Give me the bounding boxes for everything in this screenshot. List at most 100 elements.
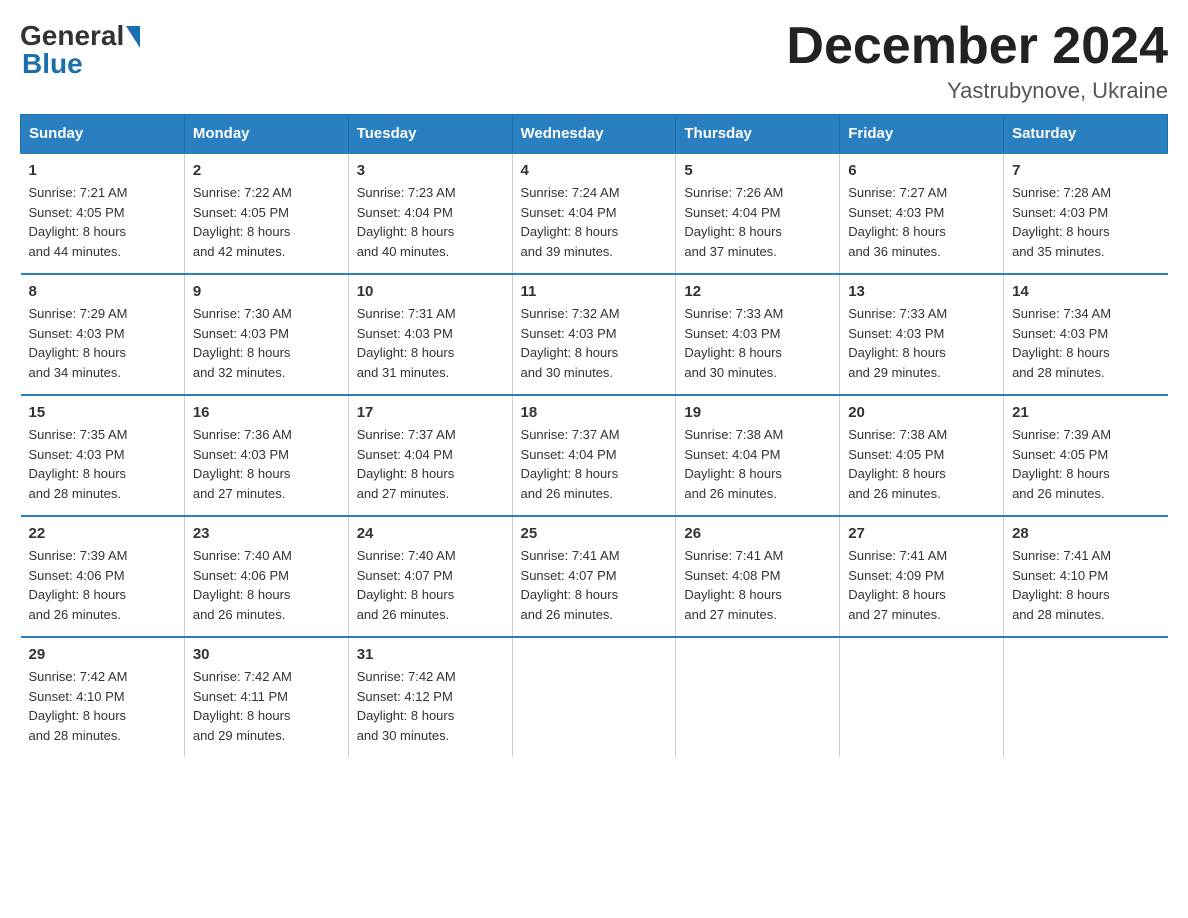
day-info: Sunrise: 7:28 AMSunset: 4:03 PMDaylight:…: [1012, 183, 1159, 261]
day-number: 31: [357, 646, 504, 663]
calendar-week-row: 15 Sunrise: 7:35 AMSunset: 4:03 PMDaylig…: [21, 395, 1168, 516]
day-number: 16: [193, 404, 340, 421]
table-row: 13 Sunrise: 7:33 AMSunset: 4:03 PMDaylig…: [840, 274, 1004, 395]
calendar-week-row: 29 Sunrise: 7:42 AMSunset: 4:10 PMDaylig…: [21, 637, 1168, 757]
day-info: Sunrise: 7:39 AMSunset: 4:06 PMDaylight:…: [29, 546, 176, 624]
table-row: 2 Sunrise: 7:22 AMSunset: 4:05 PMDayligh…: [184, 153, 348, 274]
day-info: Sunrise: 7:40 AMSunset: 4:06 PMDaylight:…: [193, 546, 340, 624]
calendar-header-row: Sunday Monday Tuesday Wednesday Thursday…: [21, 115, 1168, 154]
table-row: 19 Sunrise: 7:38 AMSunset: 4:04 PMDaylig…: [676, 395, 840, 516]
table-row: 31 Sunrise: 7:42 AMSunset: 4:12 PMDaylig…: [348, 637, 512, 757]
day-number: 14: [1012, 283, 1159, 300]
day-info: Sunrise: 7:33 AMSunset: 4:03 PMDaylight:…: [684, 304, 831, 382]
table-row: 3 Sunrise: 7:23 AMSunset: 4:04 PMDayligh…: [348, 153, 512, 274]
day-info: Sunrise: 7:23 AMSunset: 4:04 PMDaylight:…: [357, 183, 504, 261]
table-row: [512, 637, 676, 757]
title-block: December 2024 Yastrubynove, Ukraine: [786, 20, 1168, 104]
table-row: 18 Sunrise: 7:37 AMSunset: 4:04 PMDaylig…: [512, 395, 676, 516]
day-number: 8: [29, 283, 176, 300]
calendar-week-row: 1 Sunrise: 7:21 AMSunset: 4:05 PMDayligh…: [21, 153, 1168, 274]
table-row: 24 Sunrise: 7:40 AMSunset: 4:07 PMDaylig…: [348, 516, 512, 637]
day-info: Sunrise: 7:36 AMSunset: 4:03 PMDaylight:…: [193, 425, 340, 503]
day-info: Sunrise: 7:42 AMSunset: 4:10 PMDaylight:…: [29, 667, 176, 745]
day-info: Sunrise: 7:35 AMSunset: 4:03 PMDaylight:…: [29, 425, 176, 503]
day-info: Sunrise: 7:33 AMSunset: 4:03 PMDaylight:…: [848, 304, 995, 382]
table-row: 8 Sunrise: 7:29 AMSunset: 4:03 PMDayligh…: [21, 274, 185, 395]
table-row: 10 Sunrise: 7:31 AMSunset: 4:03 PMDaylig…: [348, 274, 512, 395]
logo-blue: Blue: [22, 48, 83, 80]
table-row: 26 Sunrise: 7:41 AMSunset: 4:08 PMDaylig…: [676, 516, 840, 637]
day-info: Sunrise: 7:41 AMSunset: 4:07 PMDaylight:…: [521, 546, 668, 624]
table-row: 4 Sunrise: 7:24 AMSunset: 4:04 PMDayligh…: [512, 153, 676, 274]
day-number: 17: [357, 404, 504, 421]
day-number: 9: [193, 283, 340, 300]
table-row: 7 Sunrise: 7:28 AMSunset: 4:03 PMDayligh…: [1004, 153, 1168, 274]
day-number: 26: [684, 525, 831, 542]
day-info: Sunrise: 7:40 AMSunset: 4:07 PMDaylight:…: [357, 546, 504, 624]
day-number: 3: [357, 162, 504, 179]
table-row: 14 Sunrise: 7:34 AMSunset: 4:03 PMDaylig…: [1004, 274, 1168, 395]
day-info: Sunrise: 7:26 AMSunset: 4:04 PMDaylight:…: [684, 183, 831, 261]
day-number: 19: [684, 404, 831, 421]
logo-arrow-icon: [126, 26, 140, 48]
col-thursday: Thursday: [676, 115, 840, 154]
table-row: 25 Sunrise: 7:41 AMSunset: 4:07 PMDaylig…: [512, 516, 676, 637]
table-row: 16 Sunrise: 7:36 AMSunset: 4:03 PMDaylig…: [184, 395, 348, 516]
day-number: 4: [521, 162, 668, 179]
day-number: 25: [521, 525, 668, 542]
table-row: [840, 637, 1004, 757]
day-info: Sunrise: 7:21 AMSunset: 4:05 PMDaylight:…: [29, 183, 176, 261]
col-sunday: Sunday: [21, 115, 185, 154]
day-number: 13: [848, 283, 995, 300]
day-info: Sunrise: 7:37 AMSunset: 4:04 PMDaylight:…: [357, 425, 504, 503]
day-info: Sunrise: 7:34 AMSunset: 4:03 PMDaylight:…: [1012, 304, 1159, 382]
day-info: Sunrise: 7:29 AMSunset: 4:03 PMDaylight:…: [29, 304, 176, 382]
day-number: 24: [357, 525, 504, 542]
day-number: 10: [357, 283, 504, 300]
day-number: 5: [684, 162, 831, 179]
calendar-table: Sunday Monday Tuesday Wednesday Thursday…: [20, 114, 1168, 757]
col-friday: Friday: [840, 115, 1004, 154]
day-info: Sunrise: 7:42 AMSunset: 4:11 PMDaylight:…: [193, 667, 340, 745]
table-row: 30 Sunrise: 7:42 AMSunset: 4:11 PMDaylig…: [184, 637, 348, 757]
table-row: [676, 637, 840, 757]
col-wednesday: Wednesday: [512, 115, 676, 154]
day-number: 11: [521, 283, 668, 300]
table-row: 9 Sunrise: 7:30 AMSunset: 4:03 PMDayligh…: [184, 274, 348, 395]
day-info: Sunrise: 7:42 AMSunset: 4:12 PMDaylight:…: [357, 667, 504, 745]
table-row: 17 Sunrise: 7:37 AMSunset: 4:04 PMDaylig…: [348, 395, 512, 516]
table-row: 12 Sunrise: 7:33 AMSunset: 4:03 PMDaylig…: [676, 274, 840, 395]
day-info: Sunrise: 7:22 AMSunset: 4:05 PMDaylight:…: [193, 183, 340, 261]
table-row: 28 Sunrise: 7:41 AMSunset: 4:10 PMDaylig…: [1004, 516, 1168, 637]
day-info: Sunrise: 7:27 AMSunset: 4:03 PMDaylight:…: [848, 183, 995, 261]
day-info: Sunrise: 7:32 AMSunset: 4:03 PMDaylight:…: [521, 304, 668, 382]
month-title: December 2024: [786, 20, 1168, 72]
col-monday: Monday: [184, 115, 348, 154]
day-number: 1: [29, 162, 176, 179]
table-row: 29 Sunrise: 7:42 AMSunset: 4:10 PMDaylig…: [21, 637, 185, 757]
day-info: Sunrise: 7:38 AMSunset: 4:04 PMDaylight:…: [684, 425, 831, 503]
day-number: 18: [521, 404, 668, 421]
calendar-week-row: 8 Sunrise: 7:29 AMSunset: 4:03 PMDayligh…: [21, 274, 1168, 395]
day-info: Sunrise: 7:41 AMSunset: 4:08 PMDaylight:…: [684, 546, 831, 624]
calendar-week-row: 22 Sunrise: 7:39 AMSunset: 4:06 PMDaylig…: [21, 516, 1168, 637]
day-number: 2: [193, 162, 340, 179]
col-saturday: Saturday: [1004, 115, 1168, 154]
table-row: 11 Sunrise: 7:32 AMSunset: 4:03 PMDaylig…: [512, 274, 676, 395]
logo: General Blue: [20, 20, 140, 80]
day-number: 12: [684, 283, 831, 300]
col-tuesday: Tuesday: [348, 115, 512, 154]
day-info: Sunrise: 7:37 AMSunset: 4:04 PMDaylight:…: [521, 425, 668, 503]
day-number: 21: [1012, 404, 1159, 421]
table-row: 21 Sunrise: 7:39 AMSunset: 4:05 PMDaylig…: [1004, 395, 1168, 516]
day-info: Sunrise: 7:41 AMSunset: 4:09 PMDaylight:…: [848, 546, 995, 624]
table-row: 6 Sunrise: 7:27 AMSunset: 4:03 PMDayligh…: [840, 153, 1004, 274]
day-number: 7: [1012, 162, 1159, 179]
day-info: Sunrise: 7:31 AMSunset: 4:03 PMDaylight:…: [357, 304, 504, 382]
day-number: 30: [193, 646, 340, 663]
table-row: 22 Sunrise: 7:39 AMSunset: 4:06 PMDaylig…: [21, 516, 185, 637]
day-info: Sunrise: 7:41 AMSunset: 4:10 PMDaylight:…: [1012, 546, 1159, 624]
day-number: 28: [1012, 525, 1159, 542]
day-number: 29: [29, 646, 176, 663]
table-row: 15 Sunrise: 7:35 AMSunset: 4:03 PMDaylig…: [21, 395, 185, 516]
